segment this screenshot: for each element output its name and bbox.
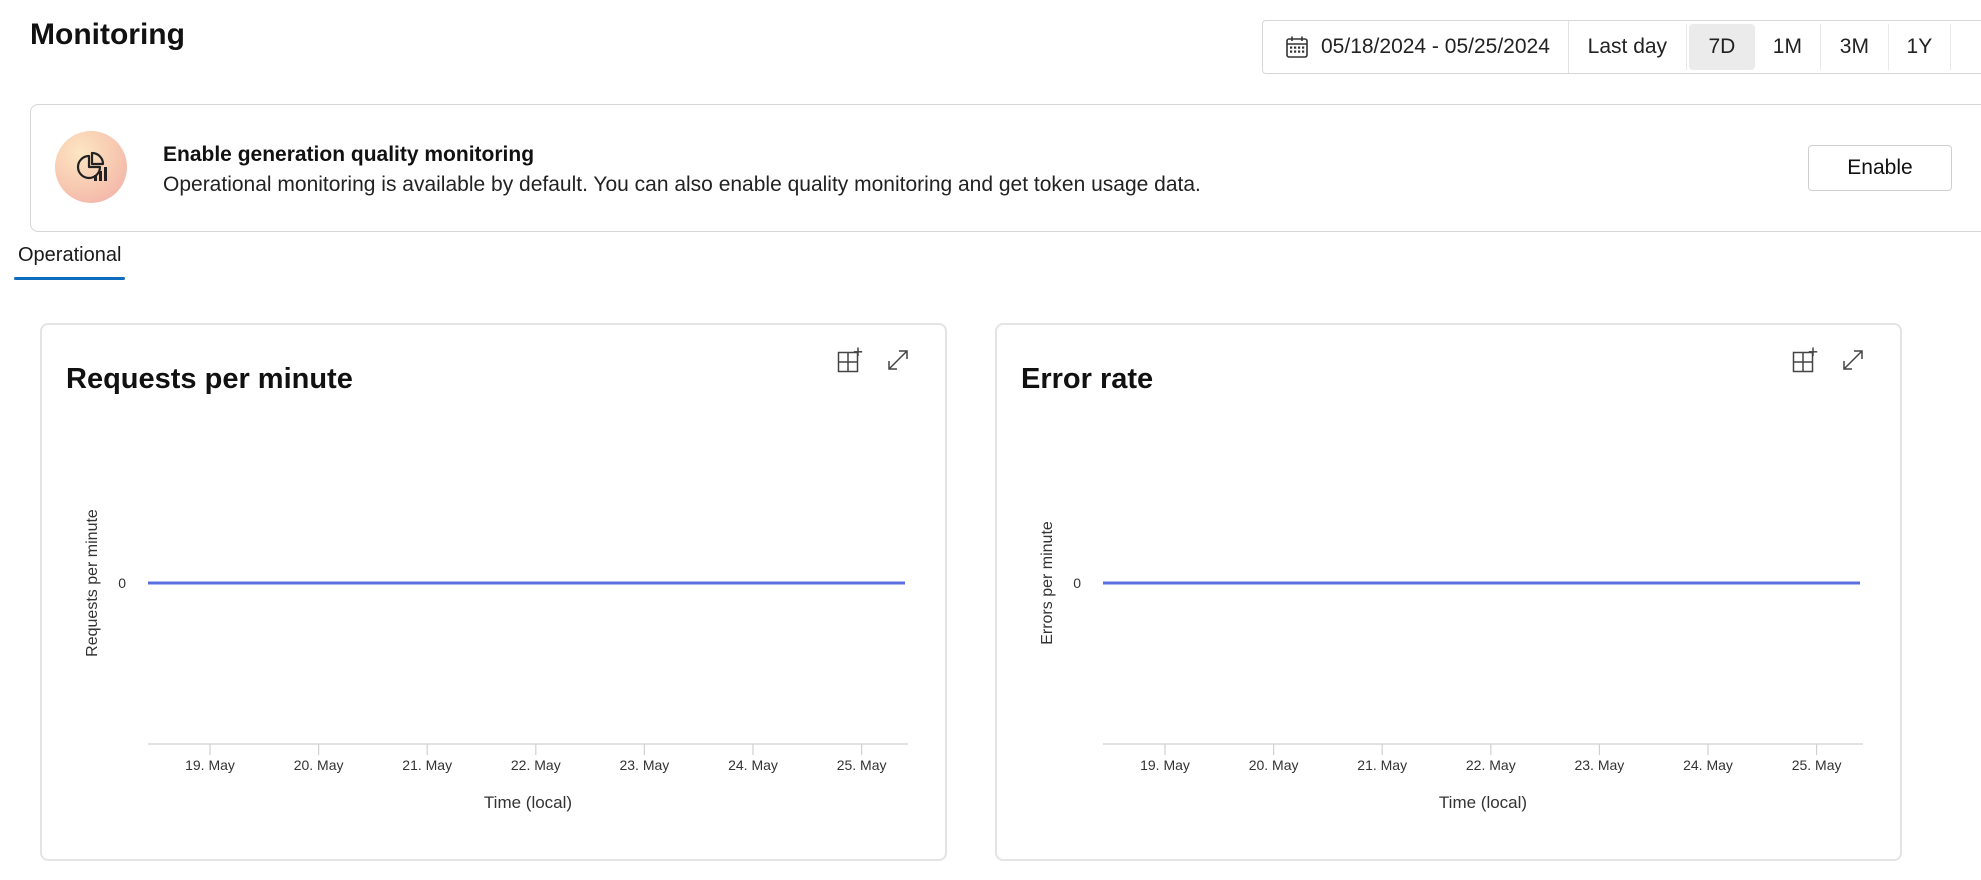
y-axis-label: Requests per minute	[84, 509, 101, 657]
date-range-text: 05/18/2024 - 05/25/2024	[1321, 35, 1550, 58]
x-tick-label: 25. May	[837, 757, 887, 773]
x-tick-label: 20. May	[294, 757, 344, 773]
banner-description: Operational monitoring is available by d…	[163, 173, 1201, 196]
tab-operational[interactable]: Operational	[14, 244, 126, 280]
requests-line-chart: Requests per minute 0 19. May 20. May 21. Ma…	[84, 509, 908, 812]
y-tick-label: 0	[1073, 575, 1081, 591]
range-7d-button[interactable]: 7D	[1688, 24, 1755, 70]
x-tick-label: 22. May	[511, 757, 561, 773]
time-range-selector: 05/18/2024 - 05/25/2024 Last day 7D 1M 3…	[1262, 20, 1981, 74]
quality-monitoring-banner: Enable generation quality monitoring Ope…	[30, 104, 1981, 232]
x-tick-label: 21. May	[1357, 757, 1407, 773]
x-tick-label: 19. May	[1140, 757, 1190, 773]
x-tick-label: 24. May	[728, 757, 778, 773]
x-tick-label: 20. May	[1249, 757, 1299, 773]
x-tick-label: 23. May	[619, 757, 669, 773]
banner-title: Enable generation quality monitoring	[163, 143, 535, 166]
x-tick-label: 25. May	[1792, 757, 1842, 773]
error-rate-line-chart: Errors per minute 0 19. May 20. May 21. May 2…	[1039, 521, 1863, 812]
tab-active-indicator	[14, 277, 126, 280]
calendar-icon	[1286, 36, 1308, 58]
requests-per-minute-card: Requests per minute Requests per minute 0…	[40, 323, 947, 861]
y-tick-label: 0	[118, 575, 126, 591]
error-rate-card: Error rate Errors per minute 0 19. May 20. …	[995, 323, 1902, 861]
page-title: Monitoring	[30, 18, 185, 51]
range-last-day-button[interactable]: Last day	[1569, 24, 1687, 70]
x-tick-label: 24. May	[1683, 757, 1733, 773]
x-tick-label: 22. May	[1466, 757, 1516, 773]
enable-button[interactable]: Enable	[1808, 145, 1952, 191]
range-1m-button[interactable]: 1M	[1755, 24, 1821, 70]
pie-chart-bars-icon	[55, 131, 127, 203]
x-tick-label: 19. May	[185, 757, 235, 773]
x-tick-label: 23. May	[1574, 757, 1624, 773]
range-3m-button[interactable]: 3M	[1821, 24, 1889, 70]
x-axis-label: Time (local)	[1439, 793, 1527, 812]
x-tick-label: 21. May	[402, 757, 452, 773]
date-range-picker[interactable]: 05/18/2024 - 05/25/2024	[1285, 21, 1569, 73]
x-axis-label: Time (local)	[484, 793, 572, 812]
range-1y-button[interactable]: 1Y	[1889, 24, 1951, 70]
y-axis-label: Errors per minute	[1039, 521, 1056, 645]
tab-label: Operational	[18, 244, 122, 266]
